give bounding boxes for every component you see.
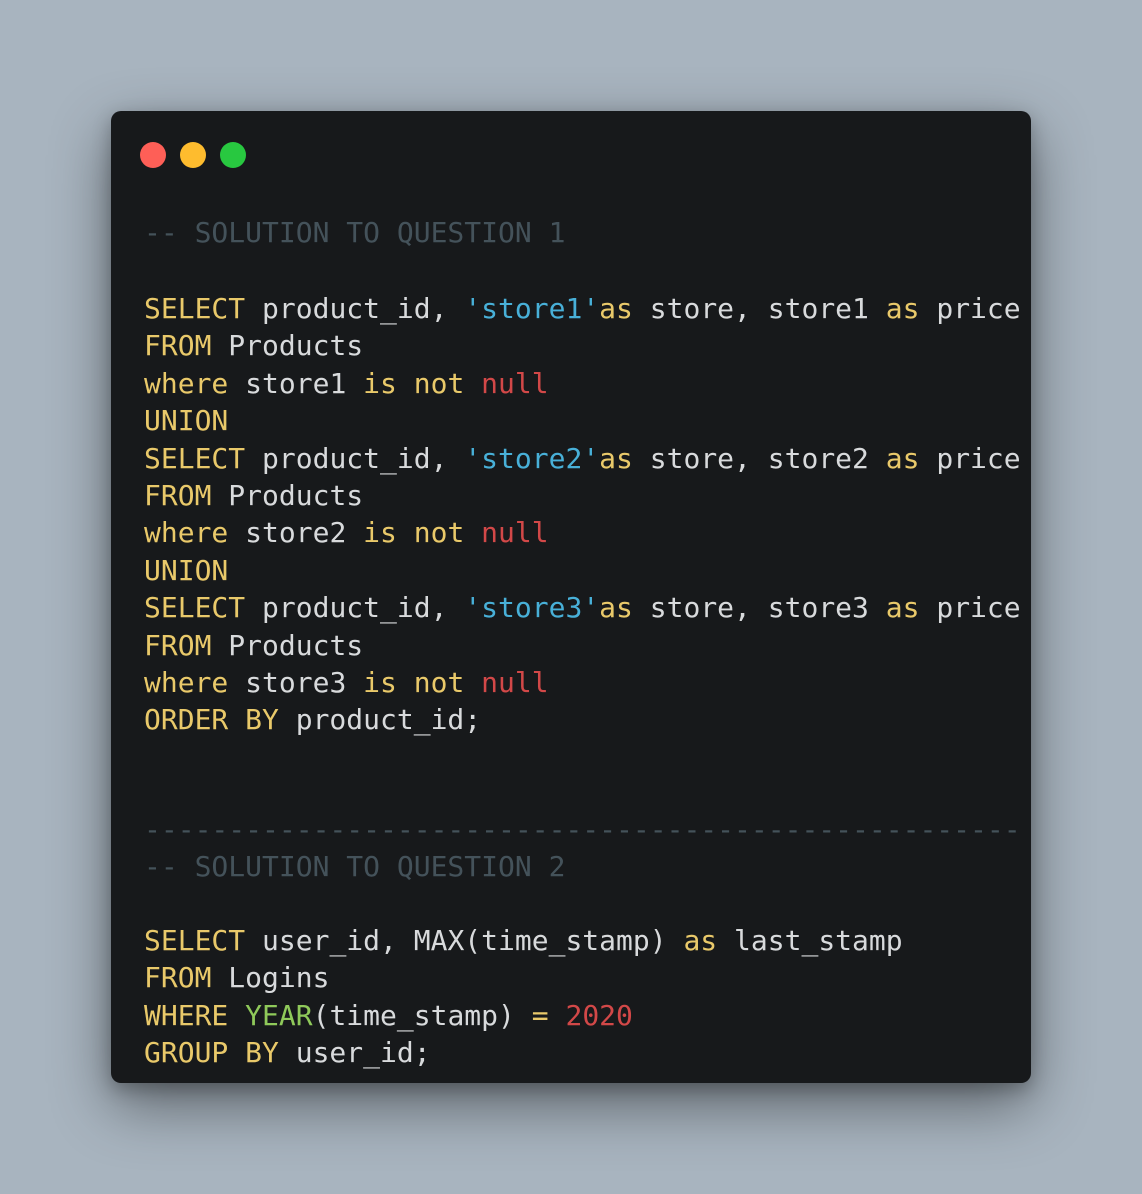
code-token: WHERE [144, 998, 229, 1032]
code-token: UNION [144, 553, 229, 587]
code-token: 'store2' [464, 441, 600, 475]
code-token: as [885, 591, 920, 625]
code-token: Products [211, 329, 364, 363]
code-token: 'store1' [464, 292, 600, 325]
query-1-line-1: SELECT product_id, 'store1'as store, sto… [144, 291, 1021, 327]
code-token: Products [211, 628, 364, 662]
code-token: SELECT [144, 441, 246, 475]
code-token: store, store2 [632, 441, 886, 475]
code-token: FROM [144, 329, 212, 363]
comment-question-1: -- SOLUTION TO QUESTION 1 [144, 216, 566, 249]
code-token: as [599, 441, 633, 475]
code-token: where [144, 666, 229, 699]
code-token: YEAR [245, 998, 313, 1032]
code-token: as [683, 924, 718, 957]
query-1-line-10: FROM Products [144, 628, 363, 664]
code-token: = [531, 998, 549, 1032]
query-1-line-6: FROM Products [144, 478, 363, 514]
code-token: product_id; [278, 703, 482, 737]
code-token: as [599, 591, 633, 625]
query-1-line-12: ORDER BY product_id; [144, 702, 481, 738]
query-2-line-2: FROM Logins [144, 960, 329, 996]
code-token: null [481, 366, 549, 400]
code-token: store3 [228, 666, 364, 699]
code-token: FROM [144, 961, 212, 995]
code-token: Logins [211, 961, 330, 995]
query-1-line-2: FROM Products [144, 328, 363, 364]
code-token: Products [211, 479, 364, 512]
code-token: is not [363, 366, 465, 400]
code-token: is not [363, 666, 465, 699]
code-token: 'store3' [464, 591, 600, 625]
divider: ----------------------------------------… [144, 813, 1024, 846]
code-token: SELECT [144, 591, 246, 625]
code-token: GROUP BY [144, 1036, 279, 1070]
code-token: where [144, 366, 229, 400]
comment-question-2: -- SOLUTION TO QUESTION 2 [144, 850, 566, 883]
code-token: store, store1 [632, 292, 886, 325]
code-token: product_id, [245, 292, 465, 325]
code-token: ORDER BY [144, 703, 279, 737]
query-1-line-8: UNION [144, 553, 228, 589]
code-token: SELECT [144, 924, 246, 957]
code-token: user_id; [278, 1036, 431, 1070]
code-token: price [919, 591, 1021, 625]
code-token: price [919, 441, 1021, 475]
code-token: SELECT [144, 292, 246, 325]
code-token: (time_stamp) [312, 998, 532, 1032]
code-token: UNION [144, 404, 229, 438]
code-token: user_id, MAX(time_stamp) [245, 924, 684, 957]
code-token: as [885, 292, 920, 325]
query-1-line-9: SELECT product_id, 'store3'as store, sto… [144, 590, 1021, 626]
code-token: null [481, 516, 549, 550]
query-2-line-1: SELECT user_id, MAX(time_stamp) as last_… [144, 923, 903, 959]
query-2-line-3: WHERE YEAR(time_stamp) = 2020 [144, 998, 633, 1034]
code-token: FROM [144, 628, 212, 662]
code-token: null [481, 666, 549, 699]
query-1-line-4: UNION [144, 403, 228, 439]
query-1-line-7: where store2 is not null [144, 515, 549, 551]
maximize-button[interactable] [220, 142, 246, 168]
query-1-line-3: where store1 is not null [144, 366, 549, 402]
query-2-line-4: GROUP BY user_id; [144, 1035, 431, 1071]
code-token: as [885, 441, 920, 475]
code-token: is not [363, 516, 465, 550]
code-token: FROM [144, 479, 212, 512]
code-token: price [919, 292, 1021, 325]
code-token: where [144, 516, 229, 550]
code-token: product_id, [245, 591, 465, 625]
code-block: -- SOLUTION TO QUESTION 1 SELECT product… [144, 111, 1024, 1069]
code-token: store, store3 [632, 591, 886, 625]
code-token: store1 [228, 366, 364, 400]
code-token: last_stamp [717, 924, 903, 957]
code-window: -- SOLUTION TO QUESTION 1 SELECT product… [111, 111, 1031, 1083]
query-1-line-11: where store3 is not null [144, 665, 549, 701]
code-token: store2 [228, 516, 364, 550]
code-token: as [599, 292, 633, 325]
code-token: product_id, [245, 441, 465, 475]
code-token: 2020 [565, 998, 633, 1032]
query-1-line-5: SELECT product_id, 'store2'as store, sto… [144, 441, 1021, 477]
